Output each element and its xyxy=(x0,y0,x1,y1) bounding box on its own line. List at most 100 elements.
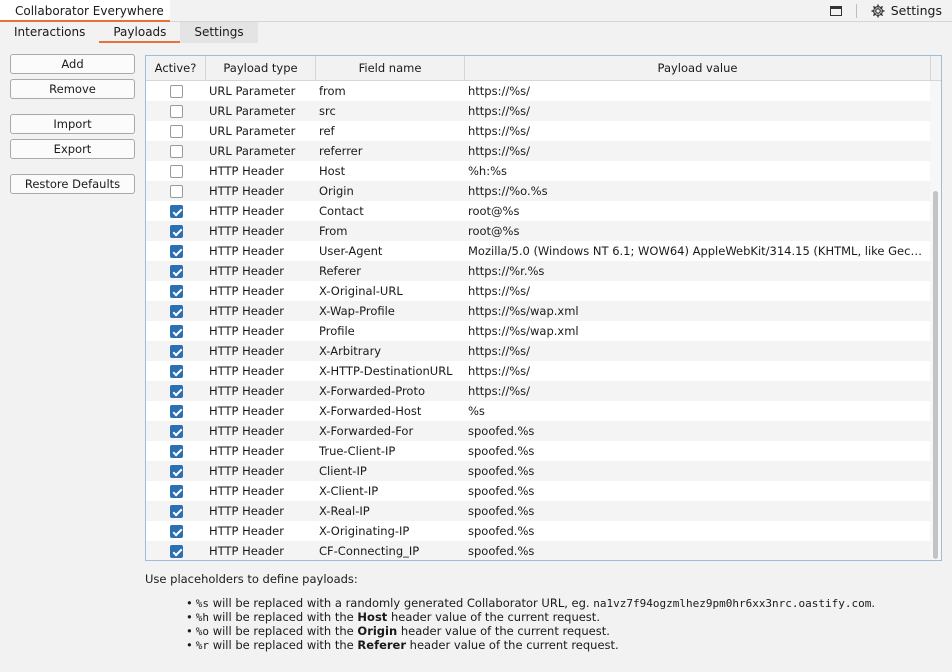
payload-type-cell: URL Parameter xyxy=(209,104,296,118)
field-name-cell: From xyxy=(319,224,348,238)
active-checkbox[interactable] xyxy=(169,144,183,158)
active-checkbox[interactable] xyxy=(169,224,183,238)
active-checkbox[interactable] xyxy=(169,404,183,418)
help-text-post: header value of the current request. xyxy=(397,624,610,638)
table-row[interactable]: HTTP Header From root@%s xyxy=(146,221,931,241)
payload-value-cell: https://%s/wap.xml xyxy=(468,324,579,338)
payload-type-cell: HTTP Header xyxy=(209,464,284,478)
field-name-cell: X-Real-IP xyxy=(319,504,370,518)
table-row[interactable]: URL Parameter referrer https://%s/ xyxy=(146,141,931,161)
payload-value-cell: https://%s/ xyxy=(468,104,531,118)
table-row[interactable]: HTTP Header True-Client-IP spoofed.%s xyxy=(146,441,931,461)
active-checkbox[interactable] xyxy=(169,84,183,98)
table-row[interactable]: HTTP Header X-Client-IP spoofed.%s xyxy=(146,481,931,501)
active-cell xyxy=(146,121,206,141)
vertical-scrollbar[interactable] xyxy=(930,81,941,560)
active-cell xyxy=(146,281,206,301)
payload-type-cell: HTTP Header xyxy=(209,364,284,378)
active-checkbox[interactable] xyxy=(169,284,183,298)
table-row[interactable]: HTTP Header Profile https://%s/wap.xml xyxy=(146,321,931,341)
column-header-active[interactable]: Active? xyxy=(146,56,206,81)
active-checkbox[interactable] xyxy=(169,384,183,398)
payload-type-cell: HTTP Header xyxy=(209,504,284,518)
table-row[interactable]: URL Parameter ref https://%s/ xyxy=(146,121,931,141)
table-row[interactable]: HTTP Header X-Forwarded-Host %s xyxy=(146,401,931,421)
tab-interactions[interactable]: Interactions xyxy=(0,22,99,43)
field-name-cell: X-Wap-Profile xyxy=(319,304,395,318)
table-row[interactable]: HTTP Header X-HTTP-DestinationURL https://… xyxy=(146,361,931,381)
active-checkbox[interactable] xyxy=(169,424,183,438)
active-cell xyxy=(146,161,206,181)
payload-type-cell: HTTP Header xyxy=(209,424,284,438)
tab-settings[interactable]: Settings xyxy=(180,22,258,43)
field-name-cell: X-Originating-IP xyxy=(319,524,410,538)
active-checkbox[interactable] xyxy=(169,264,183,278)
active-checkbox[interactable] xyxy=(169,484,183,498)
table-row[interactable]: HTTP Header X-Real-IP spoofed.%s xyxy=(146,501,931,521)
table-row[interactable]: HTTP Header X-Forwarded-Proto https://%s/ xyxy=(146,381,931,401)
active-checkbox[interactable] xyxy=(169,364,183,378)
active-checkbox[interactable] xyxy=(169,184,183,198)
help-item: • %o will be replaced with the Origin hea… xyxy=(186,624,875,638)
payload-value-cell: %s xyxy=(468,404,485,418)
table-header: Active? Payload type Field name Payload … xyxy=(146,56,941,81)
restore-defaults-button[interactable]: Restore Defaults xyxy=(10,174,135,194)
add-button[interactable]: Add xyxy=(10,54,135,74)
help-item: • %s will be replaced with a randomly gen… xyxy=(186,596,875,610)
table-row[interactable]: HTTP Header CF-Connecting_IP spoofed.%s xyxy=(146,541,931,560)
active-checkbox[interactable] xyxy=(169,304,183,318)
active-checkbox[interactable] xyxy=(169,344,183,358)
payload-value-cell: spoofed.%s xyxy=(468,424,535,438)
import-button[interactable]: Import xyxy=(10,114,135,134)
table-row[interactable]: HTTP Header X-Wap-Profile https://%s/wap.x… xyxy=(146,301,931,321)
payload-type-cell: HTTP Header xyxy=(209,224,284,238)
column-header-payload-type[interactable]: Payload type xyxy=(206,56,316,81)
payload-value-cell: spoofed.%s xyxy=(468,524,535,538)
active-checkbox[interactable] xyxy=(169,244,183,258)
table-row[interactable]: URL Parameter from https://%s/ xyxy=(146,81,931,101)
active-checkbox[interactable] xyxy=(169,544,183,558)
active-checkbox[interactable] xyxy=(169,104,183,118)
active-cell xyxy=(146,321,206,341)
active-checkbox[interactable] xyxy=(169,204,183,218)
tab-payloads[interactable]: Payloads xyxy=(99,22,181,43)
column-header-payload-value[interactable]: Payload value xyxy=(465,56,931,81)
active-checkbox[interactable] xyxy=(169,444,183,458)
table-row[interactable]: HTTP Header Host %h:%s xyxy=(146,161,931,181)
table-row[interactable]: HTTP Header X-Arbitrary https://%s/ xyxy=(146,341,931,361)
settings-button[interactable]: Settings xyxy=(871,3,942,18)
active-checkbox[interactable] xyxy=(169,504,183,518)
app-tab[interactable]: Collaborator Everywhere xyxy=(0,0,170,22)
active-cell xyxy=(146,301,206,321)
remove-button[interactable]: Remove xyxy=(10,79,135,99)
export-button[interactable]: Export xyxy=(10,139,135,159)
table-row[interactable]: HTTP Header Referer https://%r.%s xyxy=(146,261,931,281)
active-cell xyxy=(146,101,206,121)
table-row[interactable]: HTTP Header X-Original-URL https://%s/ xyxy=(146,281,931,301)
payload-value-cell: https://%r.%s xyxy=(468,264,545,278)
scrollbar-thumb[interactable] xyxy=(933,191,938,559)
field-name-cell: ref xyxy=(319,124,335,138)
table-row[interactable]: URL Parameter src https://%s/ xyxy=(146,101,931,121)
active-checkbox[interactable] xyxy=(169,464,183,478)
table-row[interactable]: HTTP Header X-Forwarded-For spoofed.%s xyxy=(146,421,931,441)
table-row[interactable]: HTTP Header Client-IP spoofed.%s xyxy=(146,461,931,481)
table-row[interactable]: HTTP Header X-Originating-IP spoofed.%s xyxy=(146,521,931,541)
active-cell xyxy=(146,521,206,541)
active-checkbox[interactable] xyxy=(169,124,183,138)
active-checkbox[interactable] xyxy=(169,164,183,178)
payload-value-cell: https://%o.%s xyxy=(468,184,548,198)
table-row[interactable]: HTTP Header Contact root@%s xyxy=(146,201,931,221)
table-row[interactable]: HTTP Header User-Agent Mozilla/5.0 (Window… xyxy=(146,241,931,261)
active-cell xyxy=(146,81,206,101)
payload-type-cell: URL Parameter xyxy=(209,124,296,138)
app-title: Collaborator Everywhere xyxy=(15,4,164,18)
panel-layout-icon[interactable] xyxy=(829,5,842,16)
payload-value-cell: https://%s/ xyxy=(468,124,531,138)
payloads-table: Active? Payload type Field name Payload … xyxy=(145,55,942,561)
active-checkbox[interactable] xyxy=(169,324,183,338)
column-header-field-name[interactable]: Field name xyxy=(316,56,465,81)
table-row[interactable]: HTTP Header Origin https://%o.%s xyxy=(146,181,931,201)
active-checkbox[interactable] xyxy=(169,524,183,538)
help-item: • %r will be replaced with the Referer he… xyxy=(186,638,875,652)
